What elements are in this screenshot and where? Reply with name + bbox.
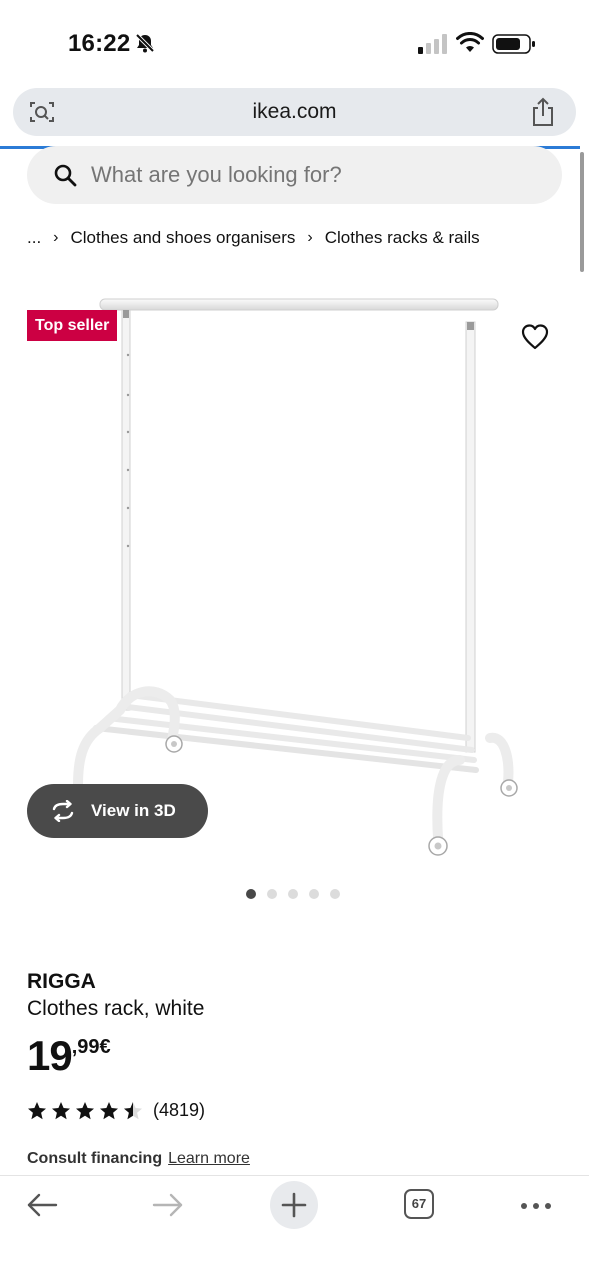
search-bar[interactable] bbox=[27, 146, 562, 204]
plus-icon bbox=[281, 1192, 307, 1218]
breadcrumb: ... › Clothes and shoes organisers › Clo… bbox=[27, 228, 480, 248]
bell-muted-icon bbox=[135, 33, 155, 53]
image-carousel-dots bbox=[246, 889, 340, 899]
heart-icon[interactable] bbox=[520, 322, 550, 352]
cellular-signal-icon bbox=[418, 34, 447, 54]
scrollbar[interactable] bbox=[580, 152, 584, 272]
product-description: Clothes rack, white bbox=[27, 997, 205, 1020]
search-icon bbox=[54, 164, 77, 187]
tab-switcher-button[interactable]: 67 bbox=[404, 1189, 434, 1219]
carousel-dot[interactable] bbox=[267, 889, 277, 899]
wifi-icon bbox=[456, 32, 484, 52]
financing-label: Consult financing bbox=[27, 1150, 163, 1167]
new-tab-button[interactable] bbox=[270, 1181, 318, 1229]
star-rating-icon bbox=[28, 1101, 142, 1119]
carousel-dot[interactable] bbox=[309, 889, 319, 899]
status-time: 16:22 bbox=[68, 30, 131, 57]
rating-count[interactable]: (4819) bbox=[153, 1100, 205, 1121]
chevron-right-icon: › bbox=[307, 229, 313, 246]
product-price: 19 ,99€ bbox=[27, 1034, 111, 1078]
view-in-3d-button[interactable]: View in 3D bbox=[27, 784, 208, 838]
chevron-right-icon: › bbox=[53, 229, 59, 246]
share-icon[interactable] bbox=[531, 97, 555, 127]
carousel-dot[interactable] bbox=[288, 889, 298, 899]
browser-toolbar: 67 bbox=[0, 1175, 589, 1281]
address-bar[interactable]: ikea.com bbox=[13, 88, 576, 136]
price-integer: 19 bbox=[27, 1032, 73, 1079]
product-rating[interactable]: (4819) bbox=[27, 1100, 205, 1121]
price-decimal: ,99€ bbox=[71, 1036, 111, 1058]
back-arrow-icon[interactable] bbox=[26, 1192, 58, 1218]
search-input[interactable] bbox=[91, 146, 531, 204]
more-options-icon[interactable] bbox=[520, 1202, 552, 1210]
breadcrumb-ellipsis[interactable]: ... bbox=[27, 228, 41, 248]
financing-info: Consult financing Learn more bbox=[27, 1150, 250, 1168]
carousel-dot[interactable] bbox=[330, 889, 340, 899]
battery-icon bbox=[492, 34, 535, 54]
breadcrumb-item-clothes-shoes-organisers[interactable]: Clothes and shoes organisers bbox=[71, 228, 296, 248]
forward-arrow-icon[interactable] bbox=[152, 1192, 184, 1218]
url-text[interactable]: ikea.com bbox=[13, 88, 576, 136]
view-in-3d-label: View in 3D bbox=[91, 801, 176, 820]
rotate-3d-icon bbox=[52, 800, 74, 822]
product-image[interactable] bbox=[60, 290, 530, 870]
carousel-dot[interactable] bbox=[246, 889, 256, 899]
learn-more-link[interactable]: Learn more bbox=[168, 1150, 250, 1168]
product-name: RIGGA bbox=[27, 970, 96, 993]
top-seller-badge: Top seller bbox=[27, 310, 118, 341]
breadcrumb-item-clothes-racks-rails[interactable]: Clothes racks & rails bbox=[325, 228, 480, 248]
